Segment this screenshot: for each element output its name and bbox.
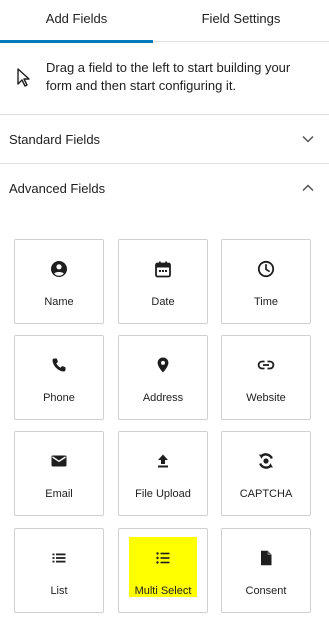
recaptcha-icon: [259, 453, 273, 469]
field-phone-button[interactable]: Phone: [14, 335, 104, 420]
upload-icon: [158, 454, 168, 468]
phone-icon: [52, 358, 66, 372]
tab-add-fields[interactable]: Add Fields: [0, 0, 153, 43]
field-consent-button[interactable]: Consent: [221, 528, 311, 613]
field-website-button[interactable]: Website: [221, 335, 311, 420]
clock-icon: [257, 260, 275, 278]
field-file-upload-label: File Upload: [135, 488, 191, 500]
tab-bar: Add Fields Field Settings: [0, 0, 329, 43]
chevron-up-icon: [302, 184, 314, 192]
standard-fields-label: Standard Fields: [9, 132, 101, 147]
field-list-label: List: [50, 585, 68, 597]
field-date-label: Date: [151, 296, 175, 308]
field-consent-label: Consent: [245, 585, 287, 597]
advanced-fields-toggle[interactable]: Advanced Fields: [0, 164, 329, 213]
field-time-button[interactable]: Time: [221, 239, 311, 324]
user-circle-icon: [51, 261, 67, 277]
document-icon: [261, 550, 272, 566]
chevron-down-icon: [302, 135, 314, 143]
envelope-icon: [51, 455, 67, 467]
field-multi-select-label: Multi Select: [134, 585, 192, 597]
field-name-label: Name: [44, 296, 74, 308]
field-email-button[interactable]: Email: [14, 431, 104, 516]
advanced-fields-label: Advanced Fields: [9, 181, 106, 196]
drag-hint: Drag a field to the left to start buildi…: [0, 43, 329, 115]
link-icon: [257, 360, 275, 370]
field-address-label: Address: [142, 392, 184, 404]
field-email-label: Email: [45, 488, 73, 500]
field-time-label: Time: [253, 296, 279, 308]
standard-fields-toggle[interactable]: Standard Fields: [0, 115, 329, 164]
field-name-button[interactable]: Name: [14, 239, 104, 324]
calendar-icon: [155, 261, 171, 278]
field-date-button[interactable]: Date: [118, 239, 208, 324]
hint-text: Drag a field to the left to start buildi…: [46, 60, 291, 93]
field-list-button[interactable]: List: [14, 528, 104, 613]
list-icon: [52, 553, 66, 563]
cursor-arrow-icon: [17, 68, 30, 87]
map-pin-icon: [157, 357, 169, 373]
field-phone-label: Phone: [43, 392, 75, 404]
field-address-button[interactable]: Address: [118, 335, 208, 420]
field-captcha-label: CAPTCHA: [239, 488, 293, 500]
tab-field-settings[interactable]: Field Settings: [153, 0, 329, 42]
field-file-upload-button[interactable]: File Upload: [118, 431, 208, 516]
field-captcha-button[interactable]: CAPTCHA: [221, 431, 311, 516]
multi-select-icon: [156, 552, 170, 564]
field-website-label: Website: [246, 392, 286, 404]
field-multi-select-button[interactable]: Multi Select: [118, 528, 208, 613]
